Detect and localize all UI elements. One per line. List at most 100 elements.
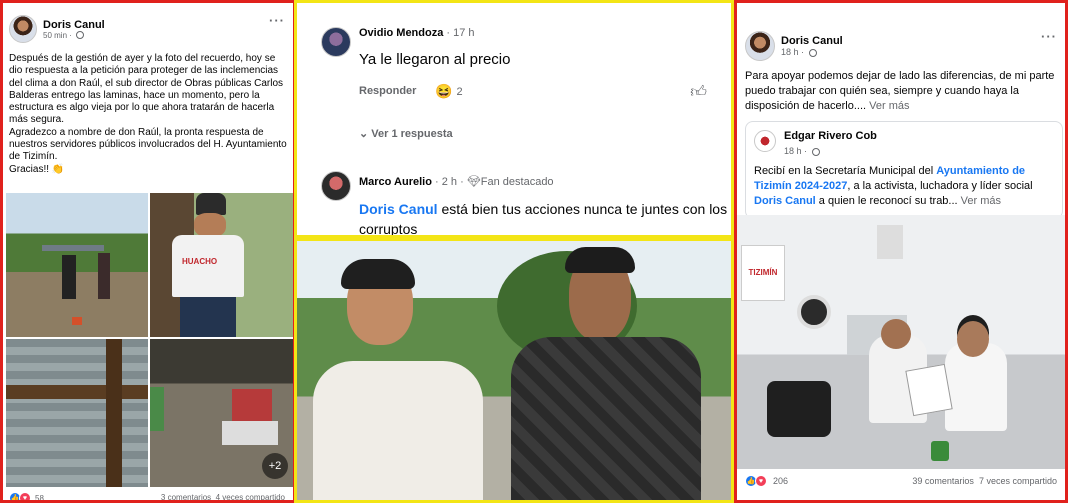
post-time[interactable]: 18 h ·	[781, 47, 804, 57]
tool	[72, 317, 82, 325]
photo-panel	[294, 238, 734, 503]
post-text: Después de la gestión de ayer y la foto …	[9, 53, 284, 126]
tizimin-sign: TIZIMÍN	[741, 245, 785, 301]
comments-count[interactable]: 3 comentarios	[161, 493, 211, 500]
post-panel-right: Doris Canul 18 h · ··· Para apoyar podem…	[734, 0, 1068, 503]
comment-text: Ya le llegaron al precio	[359, 51, 511, 68]
comment-author[interactable]: Ovidio Mendoza	[359, 27, 443, 39]
post-text-2: Agradezco a nombre de don Raúl, la pront…	[9, 126, 287, 163]
post-body: Para apoyar podemos dejar de lado las di…	[745, 69, 1063, 114]
shorts	[180, 297, 236, 337]
more-photos-badge[interactable]: +2	[262, 453, 288, 479]
shared-text-part: a quien le reconocí su trab...	[815, 195, 958, 207]
air-conditioner	[877, 225, 903, 259]
comments-panel: Ovidio Mendoza · 17 h Ya le llegaron al …	[294, 0, 734, 238]
shared-post-card[interactable]: Edgar Rivero Cob 18 h · Recibí en la Sec…	[745, 121, 1063, 219]
shared-meta: 18 h ·	[784, 146, 820, 156]
cap	[196, 193, 226, 215]
shared-text: Recibí en la Secretaría Municipal del Ay…	[754, 164, 1056, 209]
more-options-icon[interactable]: ···	[269, 13, 285, 28]
globe-icon	[811, 147, 820, 156]
post-stats: 3 comentarios 4 veces compartido	[161, 493, 285, 500]
roof-post	[106, 339, 122, 487]
post-header: Doris Canul 18 h ·	[745, 31, 843, 61]
bed	[222, 421, 278, 445]
comments-count[interactable]: 39 comentarios	[912, 476, 974, 486]
view-replies-button[interactable]: ⌄ Ver 1 respuesta	[359, 127, 453, 140]
plant	[150, 387, 164, 431]
love-icon: ♥	[19, 492, 31, 500]
hair-right	[565, 247, 635, 273]
man-figure	[62, 255, 76, 299]
shared-text-part: Recibí en la Secretaría Municipal del	[754, 165, 937, 177]
handbag	[767, 381, 831, 437]
photo-two-men[interactable]	[297, 241, 731, 500]
photo-man-huacho-shirt[interactable]: HUACHO	[150, 193, 293, 337]
comment-text: Doris Canul está bien tus acciones nunca…	[359, 199, 729, 235]
reply-button[interactable]: Responder	[359, 85, 416, 97]
comment-reaction-count: 2	[456, 85, 463, 98]
like-icon[interactable]: 👍︎	[690, 83, 707, 102]
see-more-link[interactable]: Ver más	[869, 100, 909, 112]
post-panel-left: Doris Canul 50 min · ··· Después de la g…	[0, 0, 296, 503]
haha-icon: 😆	[435, 83, 453, 99]
mention-link[interactable]: Doris Canul	[754, 195, 816, 207]
view-replies-label: Ver 1 respuesta	[371, 128, 453, 140]
post-body: Después de la gestión de ayer y la foto …	[9, 53, 291, 176]
woman-face	[957, 321, 989, 357]
comment-author[interactable]: Marco Aurelio	[359, 176, 432, 188]
shares-count[interactable]: 4 veces compartido	[216, 493, 285, 500]
comment-time: · 17 h	[446, 27, 475, 39]
badge-icon: 💎︎	[466, 176, 481, 188]
face	[194, 213, 226, 237]
avatar[interactable]	[754, 130, 776, 152]
see-more-link[interactable]: Ver más	[961, 195, 1001, 207]
shirt: HUACHO	[172, 235, 244, 297]
avatar[interactable]	[321, 27, 351, 57]
hair-left	[341, 259, 415, 289]
post-header: Doris Canul 50 min ·	[9, 15, 105, 43]
photo-old-roof[interactable]	[6, 339, 148, 487]
reaction-count: 206	[773, 476, 789, 486]
avatar[interactable]	[745, 31, 775, 61]
globe-icon	[76, 31, 85, 40]
shared-author-name[interactable]: Edgar Rivero Cob	[784, 130, 877, 142]
photo-office-meeting[interactable]: TIZIMÍN	[737, 215, 1065, 469]
comment-time: · 2 h ·	[435, 176, 464, 188]
shared-text-part: , a la activista, luchadora y líder soci…	[847, 180, 1033, 192]
photo-room-interior[interactable]: +2	[150, 339, 293, 487]
post-stats: 39 comentarios 7 veces compartido	[912, 476, 1057, 486]
man-figure	[98, 253, 110, 299]
reaction-count: 58	[35, 493, 44, 503]
photo-men-roofing[interactable]	[6, 193, 148, 337]
fan-badge: Fan destacado	[480, 176, 554, 188]
post-time[interactable]: 50 min	[43, 31, 67, 40]
comment-header: Marco Aurelio · 2 h · 💎︎Fan destacado	[359, 175, 554, 188]
mention-link[interactable]: Doris Canul	[359, 201, 438, 217]
reaction-summary[interactable]: 👍 ♥ 58	[9, 492, 44, 503]
more-options-icon[interactable]: ···	[1041, 29, 1057, 44]
globe-icon	[808, 48, 817, 57]
avatar[interactable]	[321, 171, 351, 201]
metal-sheet	[42, 245, 104, 251]
shares-count[interactable]: 7 veces compartido	[979, 476, 1057, 486]
shirt-text: HUACHO	[182, 257, 218, 266]
man-face	[881, 319, 911, 349]
mug	[931, 441, 949, 461]
comment-header: Ovidio Mendoza · 17 h	[359, 27, 475, 39]
shared-time: 18 h ·	[784, 146, 808, 156]
shirt-right	[511, 337, 701, 500]
sign-text: TIZIMÍN	[748, 268, 778, 277]
comment-reaction[interactable]: 😆 2	[435, 83, 463, 100]
avatar[interactable]	[9, 15, 37, 43]
post-text-3: Gracias!! 👏	[9, 163, 65, 175]
roof-beam	[6, 385, 148, 399]
author-name[interactable]: Doris Canul	[43, 19, 105, 31]
chevron-down-icon: ⌄	[359, 128, 372, 140]
reaction-summary[interactable]: 👍 ♥ 206	[745, 475, 788, 487]
document	[905, 363, 953, 417]
wall-clock	[797, 295, 831, 329]
love-icon: ♥	[755, 475, 767, 487]
shirt-left	[313, 361, 483, 500]
author-name[interactable]: Doris Canul	[781, 35, 843, 47]
